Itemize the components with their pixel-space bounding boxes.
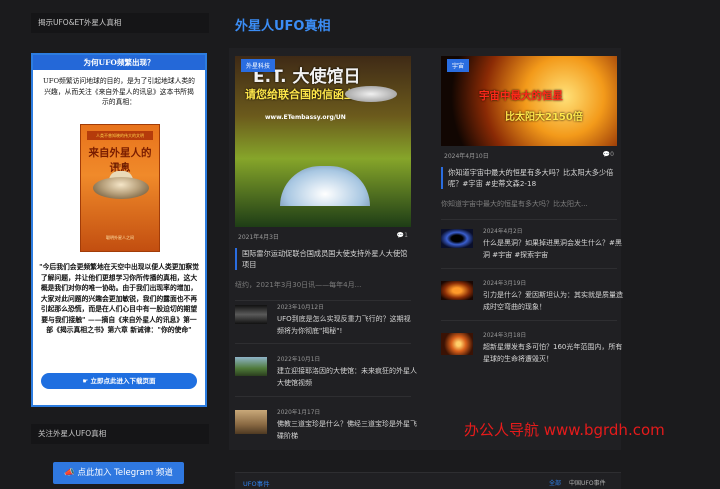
sidebar-header-follow: 关注外星人UFO真相 xyxy=(31,424,209,444)
post-date: 2023年10月12日 xyxy=(277,305,324,311)
divider xyxy=(441,268,617,269)
book-cover[interactable]: 人类不曾知晓的伟大的文明 来自外星人的讯息 雷尔 著 聪明外星人之间 xyxy=(80,124,160,252)
divider xyxy=(235,396,411,397)
telegram-button-label: 点此加入 Telegram 频道 xyxy=(77,468,173,478)
post-title[interactable]: 国际雷尔运动促联合国成员国大使支持外星人大使馆项目 xyxy=(235,248,411,270)
ufo-illustration xyxy=(345,86,397,102)
post-title[interactable]: 什么是黑洞？如果掉进黑洞会发生什么？#黑洞 #宇宙 #探索宇宙 xyxy=(483,238,623,261)
post-date: 2024年4月2日 xyxy=(483,229,523,235)
book-promo-box: 为何UFO频繁出现？ UFO频繁访问地球的目的，是为了引起地球人类的兴趣，从而关… xyxy=(31,53,207,407)
download-page-button[interactable]: ☛ 立即点此进入下载页面 xyxy=(41,373,197,389)
comment-count: 💬1 xyxy=(396,232,408,239)
comment-count: 💬0 xyxy=(602,151,614,158)
divider xyxy=(441,219,617,220)
image-line-2: 比太阳大2150倍 xyxy=(505,112,583,123)
promo-title: 为何UFO频繁出现？ xyxy=(33,55,205,70)
section-title: UFO事件 xyxy=(243,480,270,488)
list-item[interactable]: 2024年3月19日 引力是什么？爱因斯坦认为：其实就是质量造成时空弯曲的现象！ xyxy=(441,278,623,313)
post-date: 2024年3月18日 xyxy=(483,333,527,339)
telegram-join-button[interactable]: 📣 点此加入 Telegram 频道 xyxy=(53,462,184,484)
divider xyxy=(441,320,617,321)
post-date: 2024年3月19日 xyxy=(483,281,527,287)
promo-quote: "今后我们会更频繁地在天空中出现以便人类更加察觉了解问题，并让他们更想学习你所传… xyxy=(39,263,199,334)
image-headline: E.T. 大使馆日 xyxy=(253,67,361,87)
hand-pointer-icon: ☛ xyxy=(82,377,91,385)
post-thumbnail[interactable] xyxy=(235,305,267,324)
sidebar-header: 揭示UFO&ET外星人真相 xyxy=(31,13,209,33)
post-title[interactable]: 建立迎接耶洛因的大使馆：未来疯狂的外星人大使馆视频 xyxy=(277,366,417,389)
book-author: 雷尔 著 xyxy=(113,163,127,168)
featured-image[interactable]: E.T. 大使馆日 请您给联合国的信函上签名： www.ETembassy.or… xyxy=(235,56,411,227)
featured-card[interactable]: E.T. 大使馆日 请您给联合国的信函上签名： www.ETembassy.or… xyxy=(235,56,411,301)
list-item[interactable]: 2024年3月18日 超新星爆发有多可怕？160光年范围内，所有星球的生命将遭毁… xyxy=(441,330,623,365)
post-thumbnail[interactable] xyxy=(235,357,267,376)
post-thumbnail[interactable] xyxy=(235,410,267,434)
post-title[interactable]: 引力是什么？爱因斯坦认为：其实就是质量造成时空弯曲的现象！ xyxy=(483,290,623,313)
image-url-text: www.ETembassy.org/UN xyxy=(265,114,346,121)
post-date: 2024年4月10日 xyxy=(444,153,489,160)
post-excerpt: 你知道宇宙中最大的恒星有多大吗？比太阳大... xyxy=(441,200,588,208)
book-band: 人类不曾知晓的伟大的文明 xyxy=(87,131,153,140)
category-tag[interactable]: 外星科技 xyxy=(241,59,276,72)
post-thumbnail[interactable] xyxy=(441,281,473,300)
featured-image[interactable]: 宇宙中最大的恒星 比太阳大2150倍 宇宙 xyxy=(441,56,617,146)
megaphone-icon: 📣 xyxy=(64,468,78,478)
ufo-illustration xyxy=(93,177,149,199)
divider xyxy=(235,300,411,301)
post-thumbnail[interactable] xyxy=(441,229,473,248)
post-date: 2020年1月17日 xyxy=(277,410,321,416)
post-thumbnail[interactable] xyxy=(441,333,473,355)
list-item[interactable]: 2020年1月17日 佛教三道宝珍是什么？佛经三道宝珍是外星飞碟阶梯 xyxy=(235,407,417,442)
post-date: 2022年10月1日 xyxy=(277,357,321,363)
filter-all-link[interactable]: 全部 xyxy=(549,478,561,487)
page-title: 外星人UFO真相 xyxy=(235,19,331,34)
post-title[interactable]: 超新星爆发有多可怕？160光年范围内，所有星球的生命将遭毁灭！ xyxy=(483,342,623,365)
download-button-label: 立即点此进入下载页面 xyxy=(90,377,156,385)
list-item[interactable]: 2023年10月12日 UFO到底是怎么实现反重力飞行的？这期视频将为你彻底"揭… xyxy=(235,302,417,337)
post-excerpt: 纽约，2021年3月30日讯——每年4月... xyxy=(235,281,362,289)
featured-card[interactable]: 宇宙中最大的恒星 比太阳大2150倍 宇宙 2024年4月10日 💬0 你知道宇… xyxy=(441,56,617,220)
category-tag[interactable]: 宇宙 xyxy=(447,59,470,72)
promo-intro: UFO频繁访问地球的目的，是为了引起地球人类的兴趣，从而关注《来自外星人的讯息》… xyxy=(43,77,195,106)
book-publisher: 聪明外星人之间 xyxy=(106,235,134,240)
image-line-1: 宇宙中最大的恒星 xyxy=(479,90,563,102)
post-title[interactable]: UFO到底是怎么实现反重力飞行的？这期视频将为你彻底"揭秘"! xyxy=(277,314,417,337)
embassy-dome-illustration xyxy=(280,166,370,206)
divider xyxy=(235,343,411,344)
watermark-text: 办公人导航 www.bgrdh.com xyxy=(464,421,665,439)
list-item[interactable]: 2024年4月2日 什么是黑洞？如果掉进黑洞会发生什么？#黑洞 #宇宙 #探索宇… xyxy=(441,226,623,261)
post-title[interactable]: 你知道宇宙中最大的恒星有多大吗？比太阳大多少倍呢？#宇宙 #史蒂文森2-18 xyxy=(441,167,617,189)
post-date: 2021年4月3日 xyxy=(238,234,279,241)
post-title[interactable]: 佛教三道宝珍是什么？佛经三道宝珍是外星飞碟阶梯 xyxy=(277,419,417,442)
list-item[interactable]: 2022年10月1日 建立迎接耶洛因的大使馆：未来疯狂的外星人大使馆视频 xyxy=(235,354,417,389)
filter-china-ufo-link[interactable]: 中国UFO事件 xyxy=(569,478,606,487)
section-bar-ufo-events: UFO事件 全部 中国UFO事件 xyxy=(235,472,621,489)
